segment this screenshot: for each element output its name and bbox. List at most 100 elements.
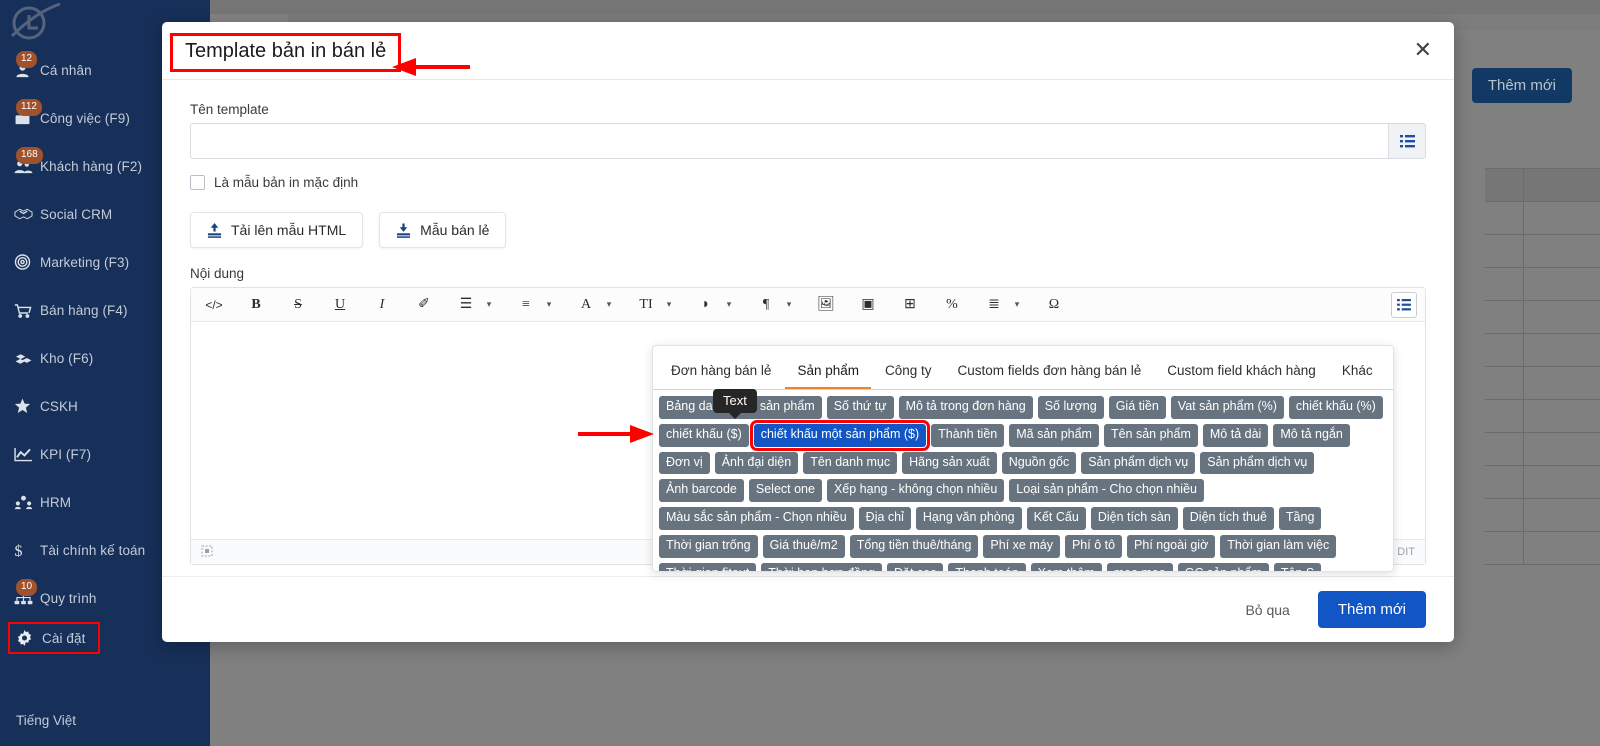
bullet-list-icon[interactable]: ☰ bbox=[453, 292, 479, 318]
merge-tag-chip-32[interactable]: Tầng bbox=[1278, 507, 1322, 530]
upload-html-template-button[interactable]: Tải lên mẫu HTML bbox=[190, 212, 364, 248]
bold-icon[interactable]: B bbox=[243, 292, 269, 318]
sidebar-item-label: KPI (F7) bbox=[40, 446, 92, 462]
merge-tag-chip-34[interactable]: Giá thuê/m2 bbox=[762, 534, 845, 558]
merge-tag-chip-list: Bảng danh sách sản phẩmSố thứ tựMô tả tr… bbox=[653, 390, 1393, 571]
numbered-list-icon[interactable]: ≡ bbox=[513, 292, 539, 318]
merge-tag-chip-18[interactable]: Hãng sản xuất bbox=[902, 451, 997, 475]
merge-tag-chip-37[interactable]: Phí ô tô bbox=[1064, 534, 1123, 558]
merge-tag-chip-19[interactable]: Nguồn gốc bbox=[1001, 451, 1077, 475]
default-template-checkbox-row[interactable]: Là mẫu bản in mặc định bbox=[190, 175, 1426, 190]
merge-tag-chip-5[interactable]: Giá tiền bbox=[1108, 396, 1166, 419]
tag-tab-1[interactable]: Đơn hàng bán lẻ bbox=[659, 357, 783, 389]
editor-expand-button[interactable] bbox=[1391, 292, 1417, 318]
chevron-down-icon[interactable]: ▾ bbox=[721, 299, 737, 310]
template-name-list-icon[interactable] bbox=[1388, 123, 1426, 159]
merge-tag-chip-31[interactable]: Diện tích thuê bbox=[1182, 507, 1274, 530]
retail-template-button[interactable]: Mẫu bán lẻ bbox=[379, 212, 507, 248]
editor-status-right: DIT bbox=[1397, 546, 1415, 558]
merge-tag-chip-40[interactable]: Thời gian fitout bbox=[659, 562, 757, 571]
merge-tag-chip-20[interactable]: Sản phẩm dịch vụ bbox=[1081, 451, 1196, 475]
merge-tag-chip-8[interactable]: chiết khấu ($) bbox=[659, 423, 749, 447]
merge-tag-chip-28[interactable]: Hạng văn phòng bbox=[915, 507, 1022, 530]
toolbar-spacer bbox=[397, 292, 409, 318]
chevron-down-icon[interactable]: ▾ bbox=[781, 299, 797, 310]
chevron-down-icon[interactable]: ▾ bbox=[661, 299, 677, 310]
merge-tag-chip-44[interactable]: Xem thêm bbox=[1030, 562, 1102, 571]
chevron-down-icon[interactable]: ▾ bbox=[541, 299, 557, 310]
merge-tag-chip-41[interactable]: Thời hạn hợp đồng bbox=[761, 562, 882, 571]
merge-tag-chip-39[interactable]: Thời gian làm việc bbox=[1220, 534, 1337, 558]
merge-tag-chip-46[interactable]: GC sản phẩm bbox=[1177, 562, 1269, 571]
merge-tag-chip-42[interactable]: Đặt cọc bbox=[887, 562, 944, 571]
merge-tag-chip-13[interactable]: Mô tả dài bbox=[1202, 423, 1269, 447]
toolbar-spacer bbox=[271, 292, 283, 318]
merge-tag-chip-23[interactable]: Select one bbox=[748, 479, 822, 502]
merge-tag-chip-10[interactable]: Thành tiền bbox=[931, 423, 1005, 447]
merge-tag-chip-43[interactable]: Thanh toán bbox=[948, 562, 1026, 571]
clear-format-icon[interactable]: ✐ bbox=[411, 292, 437, 318]
merge-tag-chip-24[interactable]: Xếp hạng - không chọn nhiều bbox=[826, 479, 1005, 502]
merge-tag-chip-7[interactable]: chiết khấu (%) bbox=[1288, 396, 1383, 419]
paragraph-icon[interactable]: ¶ bbox=[753, 292, 779, 318]
merge-tag-chip-29[interactable]: Kết Cấu bbox=[1026, 507, 1086, 530]
merge-tag-chip-16[interactable]: Ảnh đại diện bbox=[714, 451, 799, 475]
merge-tag-chip-26[interactable]: Màu sắc sản phẩm - Chọn nhiều bbox=[659, 507, 854, 530]
merge-tag-chip-17[interactable]: Tên danh mục bbox=[803, 451, 898, 475]
merge-tag-chip-4[interactable]: Số lượng bbox=[1037, 396, 1104, 419]
merge-tag-chip-47[interactable]: Tên S bbox=[1273, 562, 1322, 571]
align-icon[interactable]: ≣ bbox=[981, 292, 1007, 318]
sidebar-item-badge: 112 bbox=[16, 99, 42, 116]
strikethrough-icon[interactable]: S bbox=[285, 292, 311, 318]
merge-tag-chip-30[interactable]: Diện tích sàn bbox=[1090, 507, 1178, 530]
merge-tag-chip-33[interactable]: Thời gian trống bbox=[659, 534, 758, 558]
handshake-icon bbox=[14, 207, 40, 221]
cancel-button[interactable]: Bỏ qua bbox=[1239, 601, 1295, 619]
merge-tag-chip-45[interactable]: meo meo bbox=[1106, 562, 1173, 571]
merge-tag-chip-12[interactable]: Tên sản phẩm bbox=[1103, 423, 1198, 447]
font-family-icon[interactable]: A bbox=[573, 292, 599, 318]
language-label[interactable]: Tiếng Việt bbox=[16, 713, 76, 728]
image-icon[interactable]: 🖼 bbox=[813, 292, 839, 318]
merge-tag-chip-6[interactable]: Vat sản phẩm (%) bbox=[1170, 396, 1284, 419]
background-add-new-button[interactable]: Thêm mới bbox=[1471, 68, 1572, 103]
font-size-icon[interactable]: TI bbox=[633, 292, 659, 318]
merge-tag-chip-14[interactable]: Mô tả ngắn bbox=[1273, 423, 1350, 447]
table-row bbox=[1485, 532, 1600, 565]
underline-icon[interactable]: U bbox=[327, 292, 353, 318]
merge-tag-chip-38[interactable]: Phí ngoài giờ bbox=[1127, 534, 1216, 558]
merge-tag-chip-25[interactable]: Loại sản phẩm - Cho chọn nhiều bbox=[1009, 479, 1204, 502]
merge-tag-chip-22[interactable]: Ảnh barcode bbox=[659, 479, 744, 502]
tag-tab-4[interactable]: Custom fields đơn hàng bán lẻ bbox=[946, 357, 1154, 389]
tag-tab-6[interactable]: Khác bbox=[1330, 357, 1385, 389]
link-icon[interactable]: % bbox=[939, 292, 965, 318]
merge-tag-chip-35[interactable]: Tổng tiền thuê/tháng bbox=[849, 534, 979, 558]
chevron-down-icon[interactable]: ▾ bbox=[1009, 299, 1025, 310]
chevron-down-icon[interactable]: ▾ bbox=[601, 299, 617, 310]
merge-tag-chip-9[interactable]: chiết khấu một sản phẩm ($) bbox=[749, 419, 931, 451]
merge-tag-chip-36[interactable]: Phí xe máy bbox=[983, 534, 1060, 558]
merge-tag-chip-15[interactable]: Đơn vị bbox=[659, 451, 710, 475]
sidebar-item-13[interactable]: Cài đặt bbox=[8, 622, 100, 654]
merge-tag-chip-11[interactable]: Mã sản phẩm bbox=[1009, 423, 1099, 447]
toolbar-spacer bbox=[499, 292, 511, 318]
submit-button[interactable]: Thêm mới bbox=[1317, 591, 1426, 628]
close-icon[interactable]: ✕ bbox=[1408, 38, 1438, 62]
merge-tag-chip-27[interactable]: Địa chỉ bbox=[858, 507, 911, 530]
merge-tag-chip-3[interactable]: Mô tả trong đơn hàng bbox=[898, 396, 1033, 419]
default-template-checkbox[interactable] bbox=[190, 175, 205, 190]
merge-tag-chip-2[interactable]: Số thứ tự bbox=[826, 396, 894, 419]
tag-tab-5[interactable]: Custom field khách hàng bbox=[1155, 357, 1328, 389]
italic-icon[interactable]: I bbox=[369, 292, 395, 318]
text-color-icon[interactable]: ◗ bbox=[693, 292, 719, 318]
tag-tab-2[interactable]: Sản phẩm bbox=[785, 357, 871, 389]
template-name-input[interactable] bbox=[190, 123, 1388, 159]
table-icon[interactable]: ⊞ bbox=[897, 292, 923, 318]
special-char-icon[interactable]: Ω bbox=[1041, 292, 1067, 318]
merge-tag-chip-21[interactable]: Sản phẩm dịch vụ bbox=[1200, 451, 1315, 475]
template-name-label: Tên template bbox=[190, 102, 269, 117]
tag-tab-3[interactable]: Công ty bbox=[873, 357, 944, 389]
chevron-down-icon[interactable]: ▾ bbox=[481, 299, 497, 310]
source-code-icon[interactable]: </> bbox=[201, 292, 227, 318]
video-icon[interactable]: ▣ bbox=[855, 292, 881, 318]
